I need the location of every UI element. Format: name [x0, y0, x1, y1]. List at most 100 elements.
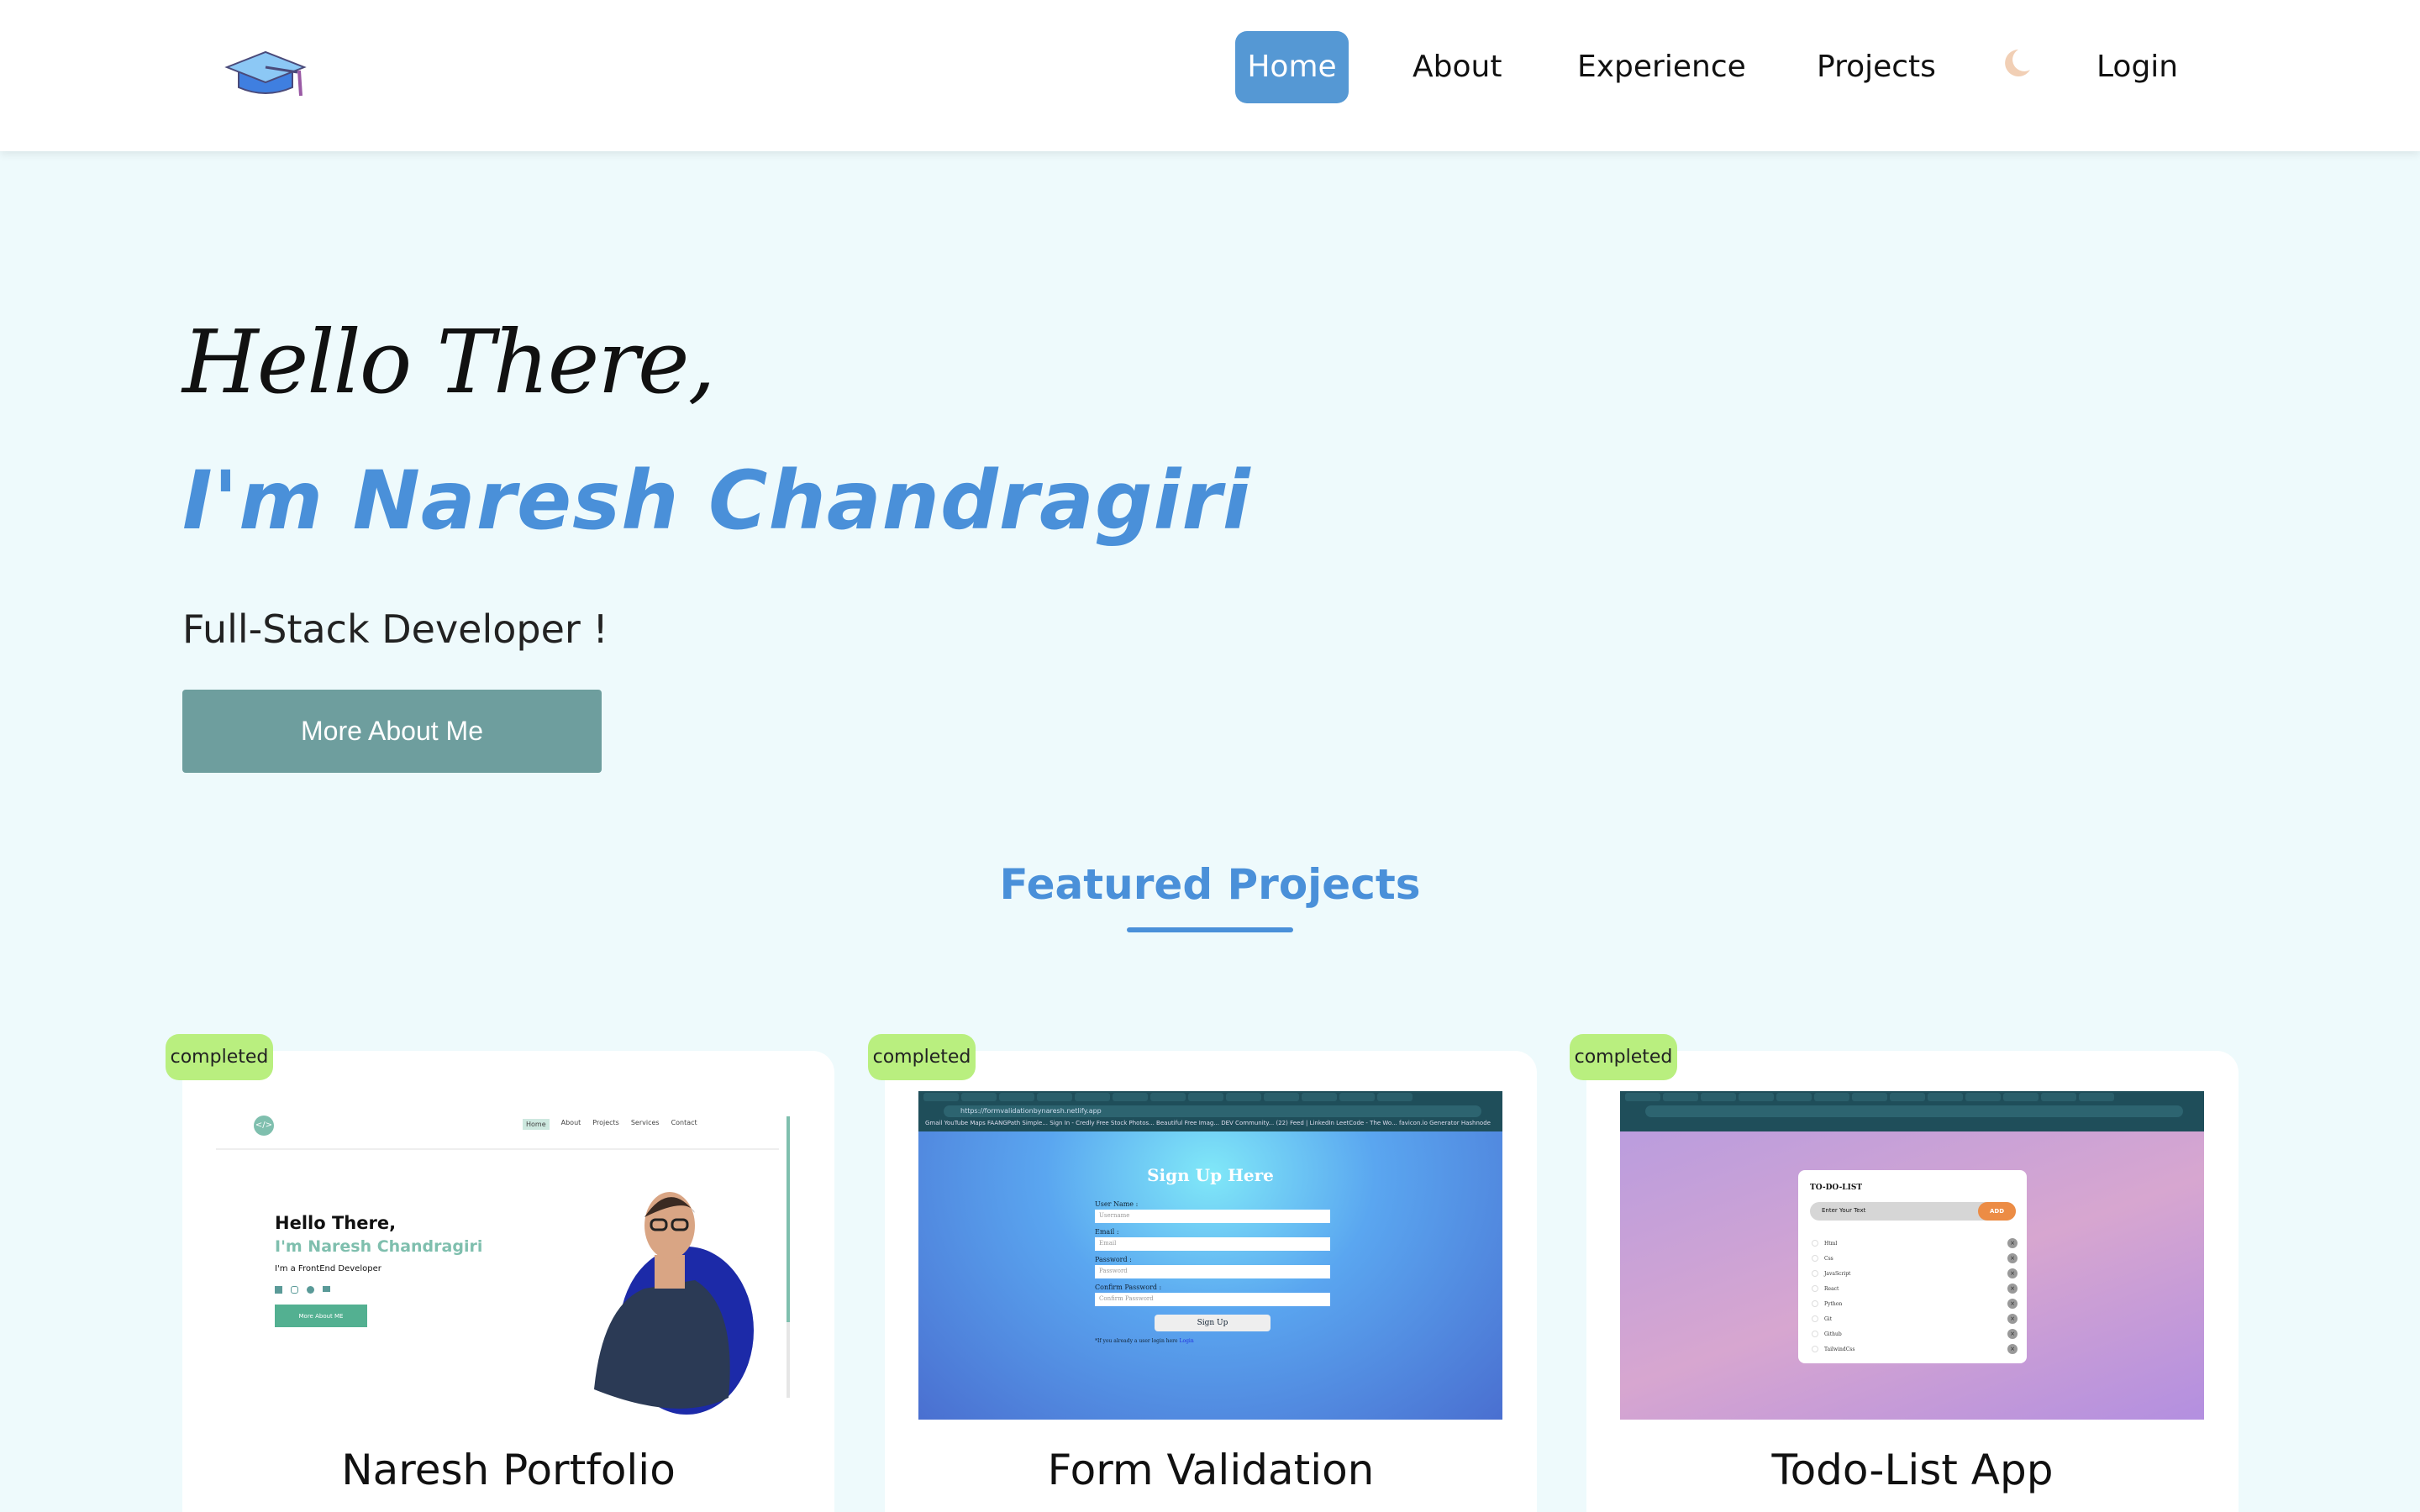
preview-heading: Sign Up Here — [1147, 1165, 1274, 1185]
remove-x-icon: × — [2007, 1284, 2018, 1294]
status-badge: completed — [1570, 1034, 1677, 1080]
todo-item-label: React — [1824, 1285, 1839, 1292]
browser-chrome: https://formvalidationbynaresh.netlify.a… — [918, 1091, 1502, 1131]
github-icon — [307, 1286, 314, 1294]
project-title[interactable]: Form Validation — [885, 1446, 1537, 1494]
todo-list: Html × Css × JavaScript × React × Python × Git × Git… — [1812, 1236, 2018, 1357]
todo-item: Python × — [1812, 1296, 2018, 1311]
todo-item-label: Css — [1824, 1255, 1833, 1262]
preview-url-bar — [1645, 1105, 2183, 1117]
project-title[interactable]: Todo-List App — [1586, 1446, 2238, 1494]
preview-scrollbar — [786, 1116, 790, 1398]
form-login-link: Login — [1179, 1338, 1194, 1344]
nav-experience[interactable]: Experience — [1577, 31, 1746, 103]
todo-item: JavaScript × — [1812, 1266, 2018, 1281]
todo-box: TO-DO-LIST Enter Your Text ADD Html × Css ×… — [1798, 1170, 2027, 1363]
todo-checkbox-icon — [1812, 1270, 1818, 1277]
browser-tabs — [1620, 1093, 2204, 1103]
preview-nav-item: Services — [630, 1119, 660, 1126]
todo-item: Css × — [1812, 1251, 2018, 1266]
form-label: User Name : — [1095, 1200, 1139, 1208]
form-submit: Sign Up — [1155, 1315, 1270, 1331]
browser-tabs — [918, 1093, 1502, 1103]
preview-bookmarks: Gmail YouTube Maps FAANGPath Simple... S… — [925, 1120, 1491, 1126]
featured-projects-heading: Featured Projects — [999, 860, 1421, 909]
form-label: Confirm Password : — [1095, 1284, 1162, 1291]
browser-chrome — [1620, 1091, 2204, 1131]
form-label: Password : — [1095, 1256, 1132, 1263]
todo-heading: TO-DO-LIST — [1810, 1184, 1863, 1192]
preview-nav: Home About Projects Services Contact — [523, 1119, 697, 1130]
todo-checkbox-icon — [1812, 1346, 1818, 1352]
preview-button: More About ME — [275, 1305, 367, 1327]
linkedin-icon — [275, 1286, 282, 1294]
todo-checkbox-icon — [1812, 1285, 1818, 1292]
moon-theme-toggle-icon[interactable] — [2000, 46, 2033, 80]
hero-role: Full-Stack Developer ! — [182, 606, 608, 652]
hero-greeting: Hello There, — [182, 311, 716, 413]
preview-nav-item: Projects — [592, 1119, 619, 1126]
todo-checkbox-icon — [1812, 1331, 1818, 1337]
preview-url: https://formvalidationbynaresh.netlify.a… — [944, 1105, 1481, 1117]
mail-icon — [323, 1286, 330, 1292]
todo-checkbox-icon — [1812, 1240, 1818, 1247]
todo-checkbox-icon — [1812, 1315, 1818, 1322]
nav-home[interactable]: Home — [1235, 31, 1349, 103]
todo-item-label: TailwindCss — [1824, 1346, 1855, 1352]
project-card[interactable]: completed https://formvalidationbynaresh… — [868, 1034, 1537, 1512]
remove-x-icon: × — [2007, 1344, 2018, 1354]
remove-x-icon: × — [2007, 1238, 2018, 1248]
remove-x-icon: × — [2007, 1253, 2018, 1263]
form-label: Email : — [1095, 1228, 1119, 1236]
preview-form: User Name : Username Email : Email Passw… — [1095, 1200, 1330, 1344]
todo-item: React × — [1812, 1281, 2018, 1296]
remove-x-icon: × — [2007, 1314, 2018, 1324]
project-title[interactable]: Naresh Portfolio — [182, 1446, 834, 1494]
graduation-cap-logo-icon[interactable] — [224, 44, 308, 102]
more-about-me-button[interactable]: More About Me — [182, 690, 602, 773]
nav-about[interactable]: About — [1413, 31, 1502, 103]
form-input: Username — [1095, 1210, 1330, 1223]
remove-x-icon: × — [2007, 1299, 2018, 1309]
preview-role: I'm a FrontEnd Developer — [275, 1264, 381, 1273]
preview-social-icons — [275, 1286, 330, 1294]
todo-checkbox-icon — [1812, 1255, 1818, 1262]
project-card[interactable]: completed TO-DO-LIST Enter Your Text ADD… — [1570, 1034, 2238, 1512]
project-preview-image: https://formvalidationbynaresh.netlify.a… — [918, 1091, 1502, 1420]
form-input: Password — [1095, 1265, 1330, 1278]
heading-underline — [1127, 927, 1293, 932]
preview-nav-item: About — [560, 1119, 581, 1126]
top-navbar: Home About Experience Projects Login — [0, 0, 2420, 151]
nav-login[interactable]: Login — [2096, 31, 2178, 103]
todo-checkbox-icon — [1812, 1300, 1818, 1307]
code-logo-icon: </> — [254, 1116, 274, 1136]
form-input: Email — [1095, 1237, 1330, 1251]
todo-item: Github × — [1812, 1326, 2018, 1341]
project-preview-image: </> Home About Projects Services Contact… — [216, 1091, 800, 1420]
status-badge: completed — [166, 1034, 273, 1080]
preview-name: I'm Naresh Chandragiri — [275, 1237, 483, 1256]
todo-item: Git × — [1812, 1311, 2018, 1326]
status-badge: completed — [868, 1034, 976, 1080]
developer-portrait-image — [577, 1179, 762, 1415]
todo-item-label: Github — [1824, 1331, 1842, 1337]
nav-projects[interactable]: Projects — [1817, 31, 1936, 103]
form-input: Confirm Password — [1095, 1293, 1330, 1306]
todo-add-button: ADD — [1978, 1202, 2016, 1221]
hero-name: I'm Naresh Chandragiri — [182, 454, 1251, 548]
todo-item: TailwindCss × — [1812, 1341, 2018, 1357]
todo-item-label: Python — [1824, 1300, 1843, 1307]
project-card[interactable]: completed </> Home About Projects Servic… — [166, 1034, 834, 1512]
todo-item-label: Git — [1824, 1315, 1833, 1322]
form-note: *If you already a user login here — [1095, 1338, 1178, 1344]
todo-item: Html × — [1812, 1236, 2018, 1251]
remove-x-icon: × — [2007, 1329, 2018, 1339]
todo-item-label: Html — [1824, 1240, 1838, 1247]
preview-nav-item: Home — [523, 1119, 550, 1130]
preview-divider — [216, 1148, 779, 1150]
preview-greeting: Hello There, — [275, 1213, 397, 1233]
remove-x-icon: × — [2007, 1268, 2018, 1278]
project-preview-image: TO-DO-LIST Enter Your Text ADD Html × Css ×… — [1620, 1091, 2204, 1420]
todo-item-label: JavaScript — [1824, 1270, 1851, 1277]
preview-nav-item: Contact — [671, 1119, 697, 1126]
